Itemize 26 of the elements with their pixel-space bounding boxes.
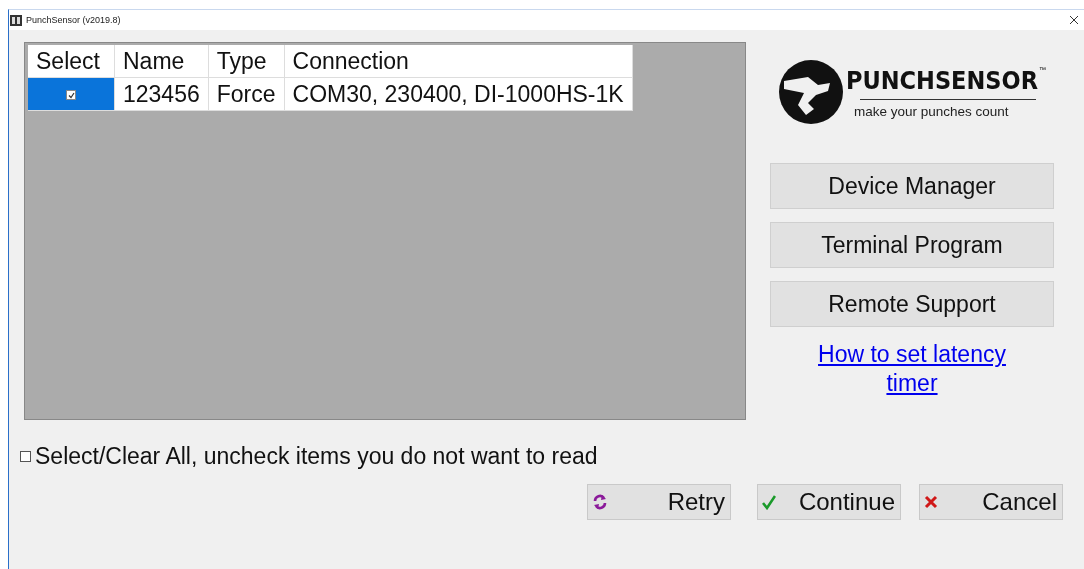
app-icon: [10, 14, 22, 26]
brand-name: PUNCHSENSOR: [846, 65, 1038, 95]
table-cell: COM30, 230400, DI-1000HS-1K: [284, 77, 633, 111]
window-title: PunchSensor (v2019.8): [26, 15, 121, 25]
column-header[interactable]: Name: [114, 45, 209, 78]
side-button[interactable]: Device Manager: [770, 163, 1054, 209]
continue-button[interactable]: Continue: [757, 484, 901, 520]
cross-icon: [924, 495, 938, 509]
table-cell: 123456: [114, 77, 209, 111]
side-button[interactable]: Remote Support: [770, 281, 1054, 327]
column-header[interactable]: Type: [208, 45, 285, 78]
table-cell: Force: [208, 77, 285, 111]
check-icon: [762, 494, 776, 510]
checkbox[interactable]: [20, 451, 31, 462]
checkbox[interactable]: [66, 90, 76, 101]
column-header[interactable]: Select: [28, 45, 115, 78]
select-cell[interactable]: [28, 77, 115, 111]
tagline: make your punches count: [853, 103, 1010, 119]
select-all-label: Select/Clear All, uncheck items you do not want to read: [35, 443, 598, 470]
latency-help-link[interactable]: How to set latency timer: [792, 340, 1032, 398]
column-header[interactable]: Connection: [284, 45, 633, 78]
side-button[interactable]: Terminal Program: [770, 222, 1054, 268]
retry-button[interactable]: Retry: [587, 484, 731, 520]
refresh-icon: [592, 494, 608, 510]
cancel-button[interactable]: Cancel: [919, 484, 1063, 520]
close-icon[interactable]: [1070, 16, 1078, 24]
